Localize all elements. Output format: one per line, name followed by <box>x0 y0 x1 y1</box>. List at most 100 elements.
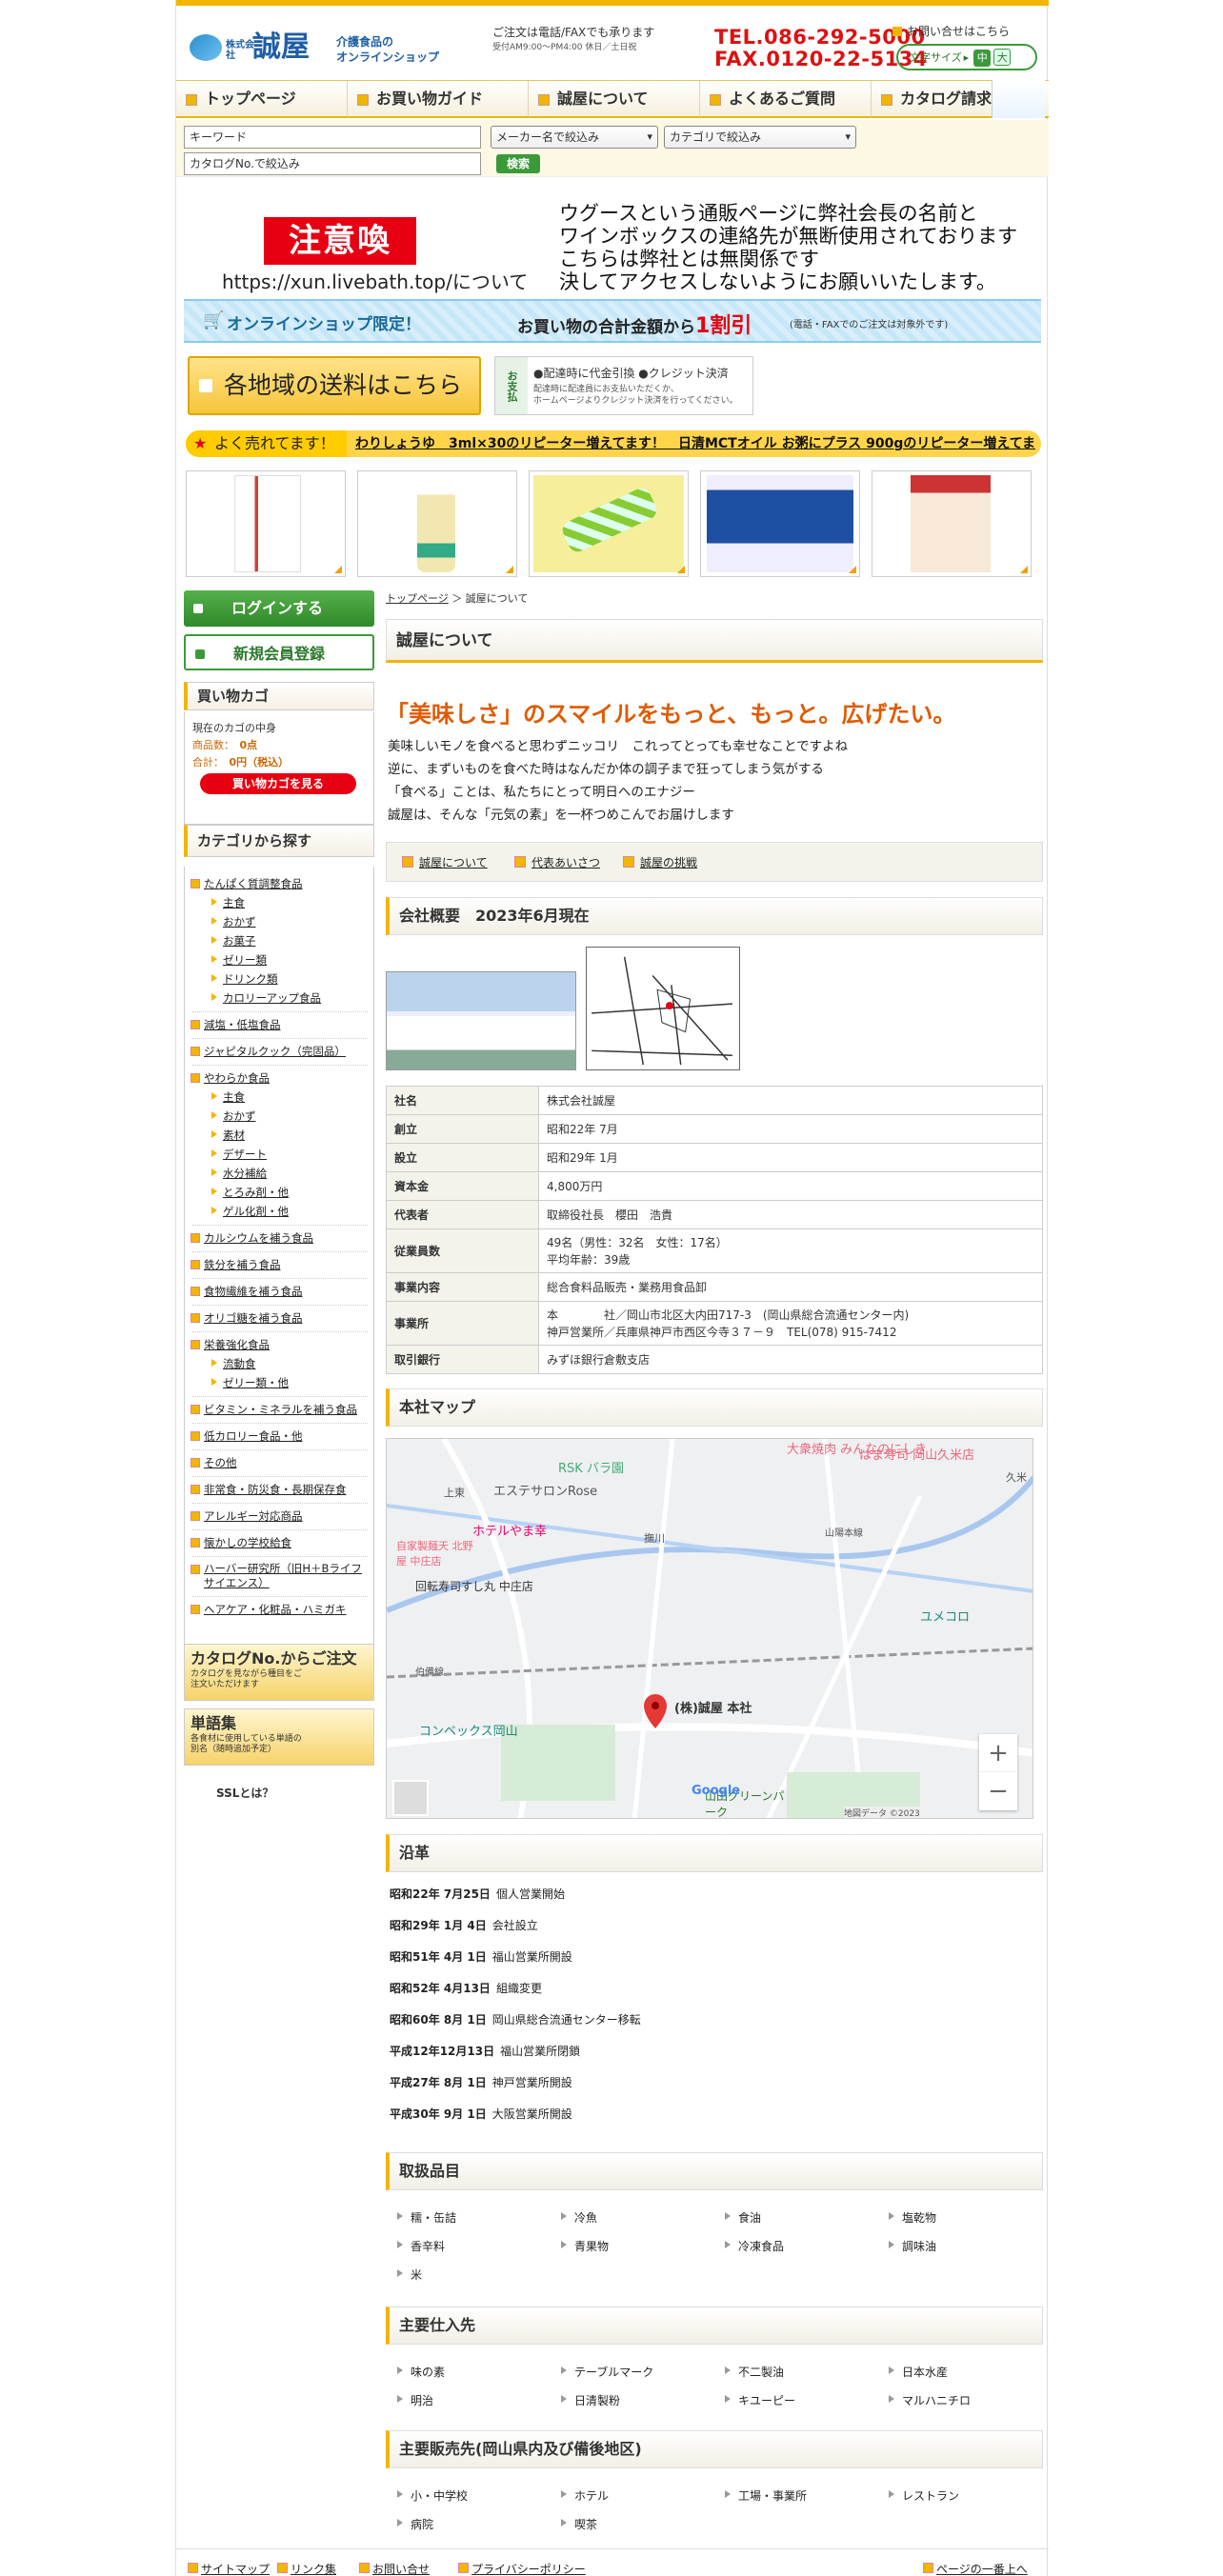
vocabulary-banner[interactable]: 単語集 各食材に使用している単語の別名（随時追加予定） <box>184 1708 374 1766</box>
category-item[interactable]: 低カロリー食品・他 <box>190 1428 303 1444</box>
search-button[interactable]: 検索 <box>496 154 540 173</box>
profile-value-line: 4,800万円 <box>547 1180 603 1193</box>
anchor-links: 誠屋について 代表あいさつ 誠屋の挑戦 <box>386 842 1043 882</box>
anchor-about[interactable]: 誠屋について <box>402 854 488 870</box>
tagline: 介護食品の オンラインショップ <box>336 34 439 65</box>
subcategory-item[interactable]: 水分補給 <box>211 1166 267 1181</box>
customer-item: 病院 <box>396 2518 434 2531</box>
supplier-item: 味の素 <box>396 2366 446 2379</box>
map-zoom-out-button[interactable]: − <box>979 1772 1017 1810</box>
product-thumbnail[interactable] <box>700 470 860 577</box>
subcategory-item[interactable]: カロリーアップ食品 <box>211 990 321 1006</box>
ticker-text[interactable]: わりしょうゆ 3ml×30のリピーター増えてます！ 日清MCTオイル お粥にプラ… <box>355 430 1035 457</box>
payment-note-line: 配達時に配達員にお支払いただくか、 <box>533 385 679 394</box>
product-image <box>533 475 684 572</box>
catalog-order-banner[interactable]: カタログNo.からご注文 カタログを見ながら種目をご注文いただけます <box>184 1644 374 1701</box>
category-separator <box>192 1423 368 1424</box>
footer-contact-link[interactable]: お問い合せ <box>358 2561 430 2576</box>
map-label: RSK バラ園 <box>558 1462 624 1476</box>
category-item[interactable]: ジャピタルクック（完固品） <box>190 1044 346 1059</box>
catalog-thumbnail[interactable] <box>992 80 1045 118</box>
google-map[interactable]: (株)誠屋 本社 RSK バラ園 エステサロンRose ホテルやま幸 回転寿司す… <box>386 1438 1033 1819</box>
category-item[interactable]: 栄養強化食品 <box>190 1337 270 1352</box>
anchor-challenge[interactable]: 誠屋の挑戦 <box>622 854 697 870</box>
anchor-greeting[interactable]: 代表あいさつ <box>513 854 600 870</box>
page-top-link[interactable]: ページの一番上へ <box>923 2561 1028 2576</box>
category-item[interactable]: やわらか食品 <box>190 1070 270 1086</box>
logo-mark-icon <box>190 34 222 61</box>
subcategory-item[interactable]: ゲル化剤・他 <box>211 1204 289 1219</box>
breadcrumb-home[interactable]: トップページ <box>386 592 449 605</box>
ssl-link[interactable]: SSLとは？ <box>216 1785 273 1801</box>
inquiry-link[interactable]: お問い合せはこちら <box>892 23 1010 39</box>
category-separator <box>192 1278 368 1279</box>
history-heading: 沿革 <box>386 1834 1043 1872</box>
subcategory-item[interactable]: デザート <box>211 1147 267 1162</box>
category-item[interactable]: 食物繊維を補う食品 <box>190 1284 303 1299</box>
shipping-fee-banner[interactable]: 各地域の送料はこちら <box>188 356 481 415</box>
view-cart-button[interactable]: 買い物カゴを見る <box>200 773 356 794</box>
footer-sitemap-link[interactable]: サイトマップ <box>187 2561 270 2576</box>
category-item[interactable]: ハーバー研究所（旧H＋Bライフサイエンス） <box>190 1562 366 1590</box>
catalog-number-input[interactable]: カタログNo.で絞込み <box>184 152 481 175</box>
nav-about[interactable]: 誠屋について <box>529 81 700 117</box>
category-item[interactable]: ビタミン・ミネラルを補う食品 <box>190 1402 357 1417</box>
category-item[interactable]: カルシウムを補う食品 <box>190 1230 313 1246</box>
subcategory-item[interactable]: ゼリー類・他 <box>211 1375 289 1390</box>
nav-guide[interactable]: お買い物ガイド <box>348 81 529 117</box>
nav-faq[interactable]: よくあるご質問 <box>700 81 872 117</box>
keyword-input[interactable]: キーワード <box>184 126 481 149</box>
category-item[interactable]: たんぱく質調整食品 <box>190 876 303 891</box>
site-logo[interactable]: 株式会社 誠屋 <box>190 30 332 69</box>
history-date: 昭和60年 8月 1日 <box>390 2013 487 2027</box>
category-item[interactable]: 減塩・低塩食品 <box>190 1017 281 1032</box>
product-thumbnail[interactable] <box>186 470 346 577</box>
subcategory-item[interactable]: とろみ剤・他 <box>211 1185 289 1200</box>
subcategory-item[interactable]: ゼリー類 <box>211 952 267 968</box>
map-zoom-in-button[interactable]: + <box>979 1734 1017 1772</box>
supplier-item: テーブルマーク <box>560 2366 654 2379</box>
category-item[interactable]: アレルギー対応商品 <box>190 1508 303 1524</box>
product-thumbnail[interactable] <box>529 470 689 577</box>
profile-value-line: 平均年齢：39歳 <box>547 1252 631 1267</box>
cart-heading: 買い物カゴ <box>184 682 374 710</box>
register-button[interactable]: 新規会員登録 <box>184 634 374 670</box>
footer-links-link[interactable]: リンク集 <box>276 2561 336 2576</box>
global-nav: トップページ お買い物ガイド 誠屋について よくあるご質問 カタログ請求 <box>176 80 1049 118</box>
subcategory-item[interactable]: 主食 <box>211 1089 245 1105</box>
subcategory-item[interactable]: 素材 <box>211 1128 245 1143</box>
map-label: 久米 <box>1006 1471 1027 1484</box>
nav-top[interactable]: トップページ <box>176 81 348 117</box>
category-select[interactable]: カテゴリで絞込み <box>664 126 856 149</box>
promo-left: オンラインショップ限定！ <box>227 315 421 334</box>
product-thumbnail[interactable] <box>872 470 1032 577</box>
subcategory-item[interactable]: 主食 <box>211 895 245 910</box>
category-item[interactable]: ヘアケア・化粧品・ハミガキ <box>190 1602 347 1617</box>
product-thumbnail[interactable] <box>357 470 517 577</box>
maker-select[interactable]: メーカー名で絞込み <box>491 126 658 149</box>
history-date: 昭和51年 4月 1日 <box>390 1950 487 1964</box>
category-item[interactable]: 懐かしの学校給食 <box>190 1535 291 1550</box>
map-satellite-toggle[interactable] <box>392 1780 429 1816</box>
subcategory-item[interactable]: 流動食 <box>211 1356 256 1371</box>
history-event: 神戸営業所開設 <box>491 2076 572 2089</box>
category-item[interactable]: 非常食・防災食・長期保存食 <box>190 1482 347 1497</box>
subcategory-item[interactable]: お菓子 <box>211 933 256 949</box>
subcategory-item[interactable]: ドリンク類 <box>211 971 278 987</box>
subcategory-item[interactable]: おかず <box>211 914 256 929</box>
category-item[interactable]: 鉄分を補う食品 <box>190 1257 281 1272</box>
category-item[interactable]: その他 <box>190 1455 237 1470</box>
login-button[interactable]: ログインする <box>184 590 374 627</box>
font-size-medium-button[interactable]: 中 <box>973 50 992 67</box>
subcategory-item[interactable]: おかず <box>211 1108 256 1124</box>
footer-privacy-link[interactable]: プライバシーポリシー <box>458 2561 586 2576</box>
discount-banner[interactable]: 🛒 オンラインショップ限定！ お買い物の合計金額から1割引 (電話・FAXでのご… <box>184 299 1041 343</box>
cart-status: 現在のカゴの中身 <box>192 722 276 734</box>
product-category-item: 調味油 <box>888 2240 937 2253</box>
category-separator <box>192 1038 368 1039</box>
font-size-large-button[interactable]: 大 <box>993 49 1012 66</box>
category-item[interactable]: オリゴ糖を補う食品 <box>190 1310 303 1326</box>
supplier-item: キユーピー <box>724 2394 796 2407</box>
history-date: 昭和22年 7月25日 <box>390 1887 491 1901</box>
promo-mid: お買い物の合計金額から <box>517 318 695 337</box>
